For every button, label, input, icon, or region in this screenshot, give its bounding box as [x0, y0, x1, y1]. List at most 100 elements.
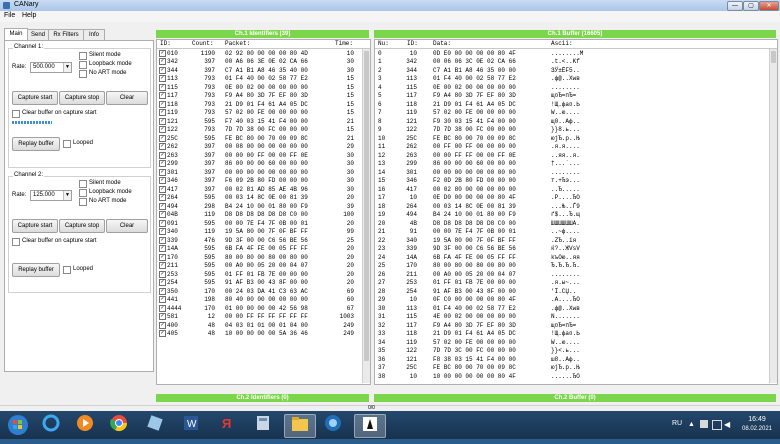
chrome-icon[interactable]	[106, 414, 132, 436]
row-checkbox[interactable]: ✓	[159, 313, 166, 320]
row-checkbox[interactable]: ✓	[159, 304, 166, 312]
table-row[interactable]: 27 253 01 FF 01 FB 7E 00 00 00 .я.ы~...	[375, 279, 777, 288]
channel1-replay-buffer-button[interactable]: Replay buffer	[12, 137, 60, 151]
channel1-loopback-checkbox[interactable]	[79, 61, 87, 69]
table-row[interactable]: 7 119 57 02 00 FE 00 00 00 00 W..ю....	[375, 109, 777, 118]
table-row[interactable]: ✓ 400 48 04 03 01 01 00 01 04 00 249	[157, 321, 370, 331]
network-icon[interactable]	[712, 420, 722, 430]
scroll-thumb[interactable]	[771, 51, 776, 63]
row-checkbox[interactable]: ✓	[159, 134, 166, 142]
row-checkbox[interactable]: ✓	[159, 160, 166, 167]
row-checkbox[interactable]: ✓	[159, 245, 166, 252]
table-row[interactable]: ✓ 350 170 00 24 03 DA 41 C3 63 AC 69	[157, 287, 370, 297]
table-row[interactable]: ✓ 405 48 10 00 00 00 00 5A 36 46 249	[157, 330, 370, 339]
ch1-buffer-scrollbar[interactable]	[769, 49, 777, 383]
table-row[interactable]: 14 301 00 00 00 00 00 00 00 00........	[375, 169, 777, 178]
channel1-noart-checkbox[interactable]	[79, 70, 87, 78]
table-row[interactable]: 25 170 80 00 80 00 80 00 80 00 Ђ.Ђ.Ђ.Ђ.	[375, 262, 777, 271]
channel2-noart-checkbox[interactable]	[79, 198, 87, 206]
table-row[interactable]: 12 263 00 00 FF FF 00 00 FF 0E ..яя..я.	[375, 152, 777, 161]
col-packet[interactable]: Packet:	[225, 40, 250, 48]
clock-date[interactable]: 08.02.2021	[738, 426, 776, 432]
table-row[interactable]: ✓ 340 119 19 5A 80 00 7F 0F BF FF 99	[157, 228, 370, 237]
calculator-icon[interactable]	[250, 414, 276, 436]
table-row[interactable]: ✓ 122 793 7D 7D 38 00 FC 00 00 00 15	[157, 126, 370, 135]
menu-help[interactable]: Help	[22, 12, 36, 19]
table-row[interactable]: 15 346 F2 0D 2B 80 FD 00 00 00 т.+Ђэ...	[375, 177, 777, 186]
tray-arrow-icon[interactable]: ▲	[688, 421, 695, 428]
table-row[interactable]: 30 113 01 F4 40 00 02 58 77 E2 .ф@..Xwв	[375, 305, 777, 314]
explorer-icon[interactable]	[284, 414, 316, 438]
table-row[interactable]: 38 10 10 00 00 00 00 00 80 4F ......ЂO	[375, 373, 777, 382]
table-row[interactable]: ✓ 119 793 57 02 00 FE 00 00 00 00 15	[157, 109, 370, 118]
row-checkbox[interactable]: ✓	[159, 202, 166, 210]
col-nu[interactable]: Nu:	[378, 40, 389, 48]
table-row[interactable]: 29 10 0F C0 00 00 00 00 80 4F .А....ЂO	[375, 296, 777, 305]
table-row[interactable]: 26 211 00 A0 00 05 20 00 04 07........	[375, 271, 777, 280]
row-checkbox[interactable]: ✓	[159, 177, 166, 184]
table-row[interactable]: ✓ 253 595 01 FF 01 FB 7E 00 00 00 20	[157, 270, 370, 280]
table-row[interactable]: ✓ 301 397 00 00 00 00 00 00 00 00 30	[157, 168, 370, 178]
table-row[interactable]: ✓ 417 397 00 02 81 AD 85 AE 4B 96 30	[157, 185, 370, 195]
start-button[interactable]	[4, 414, 32, 436]
row-checkbox[interactable]: ✓	[159, 270, 166, 278]
clock-time[interactable]: 16:49	[740, 416, 774, 423]
channel2-rate-select[interactable]: 125.000 ▼	[30, 190, 72, 201]
row-checkbox[interactable]: ✓	[159, 58, 166, 65]
close-button[interactable]: ✕	[759, 1, 779, 11]
minimize-button[interactable]: —	[727, 1, 743, 11]
row-checkbox[interactable]: ✓	[159, 49, 166, 57]
table-row[interactable]: ✓ 263 397 00 00 00 FF 00 00 FF 0E 30	[157, 151, 370, 161]
table-row[interactable]: ✓ 339 476 9D 3F 00 00 C6 56 BE 56 25	[157, 236, 370, 246]
table-row[interactable]: 33 118 21 D9 01 F4 61 A4 05 DC !Щ.фa¤.Ь	[375, 330, 777, 339]
col-data[interactable]: Data:	[433, 40, 451, 48]
table-row[interactable]: ✓ 117 793 F9 A4 80 3D 7F EF 80 3D 15	[157, 92, 370, 101]
channel1-capture-stop-button[interactable]: Capture stop	[59, 91, 105, 105]
row-checkbox[interactable]: ✓	[159, 185, 166, 193]
table-row[interactable]: 1 342 00 06 06 3C 0E 02 CA 66 .t.<..Kf	[375, 58, 777, 67]
table-row[interactable]: ✓ 299 397 86 00 00 00 60 00 00 00 30	[157, 160, 370, 169]
channel1-silent-checkbox[interactable]	[79, 52, 87, 60]
table-row[interactable]: 37 25C FE BC 80 00 70 00 09 8C юjЂ.p..Њ	[375, 364, 777, 373]
channel1-looped-checkbox[interactable]	[63, 140, 71, 148]
tab-send[interactable]: Send	[27, 29, 49, 40]
row-checkbox[interactable]: ✓	[159, 330, 166, 337]
table-row[interactable]: 18 264 00 03 14 8C 0E 00 81 39 ...Њ..Ѓ9	[375, 203, 777, 212]
table-row[interactable]: 10 25C FE BC 80 00 70 00 09 8C юjЂ.p..Њ	[375, 135, 777, 144]
row-checkbox[interactable]: ✓	[159, 143, 166, 150]
table-row[interactable]: 17 10 0E D0 00 00 00 00 80 4F .Р....ЂO	[375, 194, 777, 203]
row-checkbox[interactable]: ✓	[159, 100, 166, 108]
tab-main[interactable]: Main	[4, 28, 28, 40]
table-row[interactable]: 36 121 F8 38 03 15 41 F4 00 00 ш8..Aф..	[375, 356, 777, 365]
maximize-button[interactable]: ▢	[743, 1, 759, 11]
table-row[interactable]: 13 299 86 00 00 00 60 00 00 00 †...`...	[375, 160, 777, 169]
ch1-identifiers-scrollbar[interactable]	[362, 49, 370, 383]
media-player-icon[interactable]	[72, 414, 98, 436]
channel1-clear-button[interactable]: Clear	[106, 91, 148, 105]
row-checkbox[interactable]: ✓	[159, 126, 166, 133]
network-app-icon[interactable]	[320, 414, 346, 436]
channel2-capture-stop-button[interactable]: Capture stop	[59, 219, 105, 233]
channel1-rate-select[interactable]: 500.000 ▼	[30, 62, 72, 73]
table-row[interactable]: 0 10 0D E0 00 00 00 00 80 4F ........M	[375, 50, 777, 59]
row-checkbox[interactable]: ✓	[159, 253, 166, 261]
table-row[interactable]: ✓ 113 793 01 F4 40 00 02 58 77 E2 15	[157, 75, 370, 84]
channel2-capture-start-button[interactable]: Capture start	[12, 219, 58, 233]
table-row[interactable]: 24 14A 6B FA 4F FE 00 05 FF FF kъOю..яя	[375, 254, 777, 263]
table-row[interactable]: ✓ 581 12 00 00 FF FF FF FF FF FF 1003	[157, 313, 370, 322]
table-row[interactable]: 35 122 7D 7D 3C 00 FC 00 00 00}}<.ь...	[375, 347, 777, 356]
col-id[interactable]: ID:	[160, 40, 171, 48]
canary-app-icon[interactable]	[354, 414, 386, 438]
table-row[interactable]: ✓ 121 595 F7 40 03 15 41 F4 00 00 21	[157, 117, 370, 127]
table-row[interactable]: 6 118 21 D9 01 F4 61 A4 05 DC !Щ.фa¤.Ь	[375, 101, 777, 110]
table-row[interactable]: 28 254 91 AF B3 00 43 8F 00 00 'Ї.CЏ..	[375, 288, 777, 297]
table-row[interactable]: ✓ 091 595 00 00 7E F4 7F 0B 00 01 20	[157, 219, 370, 229]
volume-icon[interactable]: ◀	[724, 420, 730, 429]
scroll-thumb[interactable]	[364, 51, 369, 361]
tab-rx-filters[interactable]: Rx Filters	[48, 29, 84, 40]
table-row[interactable]: ✓ 115 793 0E 00 02 00 00 00 00 00 15	[157, 83, 370, 93]
row-checkbox[interactable]: ✓	[159, 262, 166, 269]
yandex-icon[interactable]: Я	[214, 414, 240, 436]
table-row[interactable]: ✓ 494 298 B4 24 10 00 01 80 00 F9 39	[157, 202, 370, 212]
table-row[interactable]: ✓ 441 198 80 40 00 00 00 00 00 00 60	[157, 296, 370, 305]
